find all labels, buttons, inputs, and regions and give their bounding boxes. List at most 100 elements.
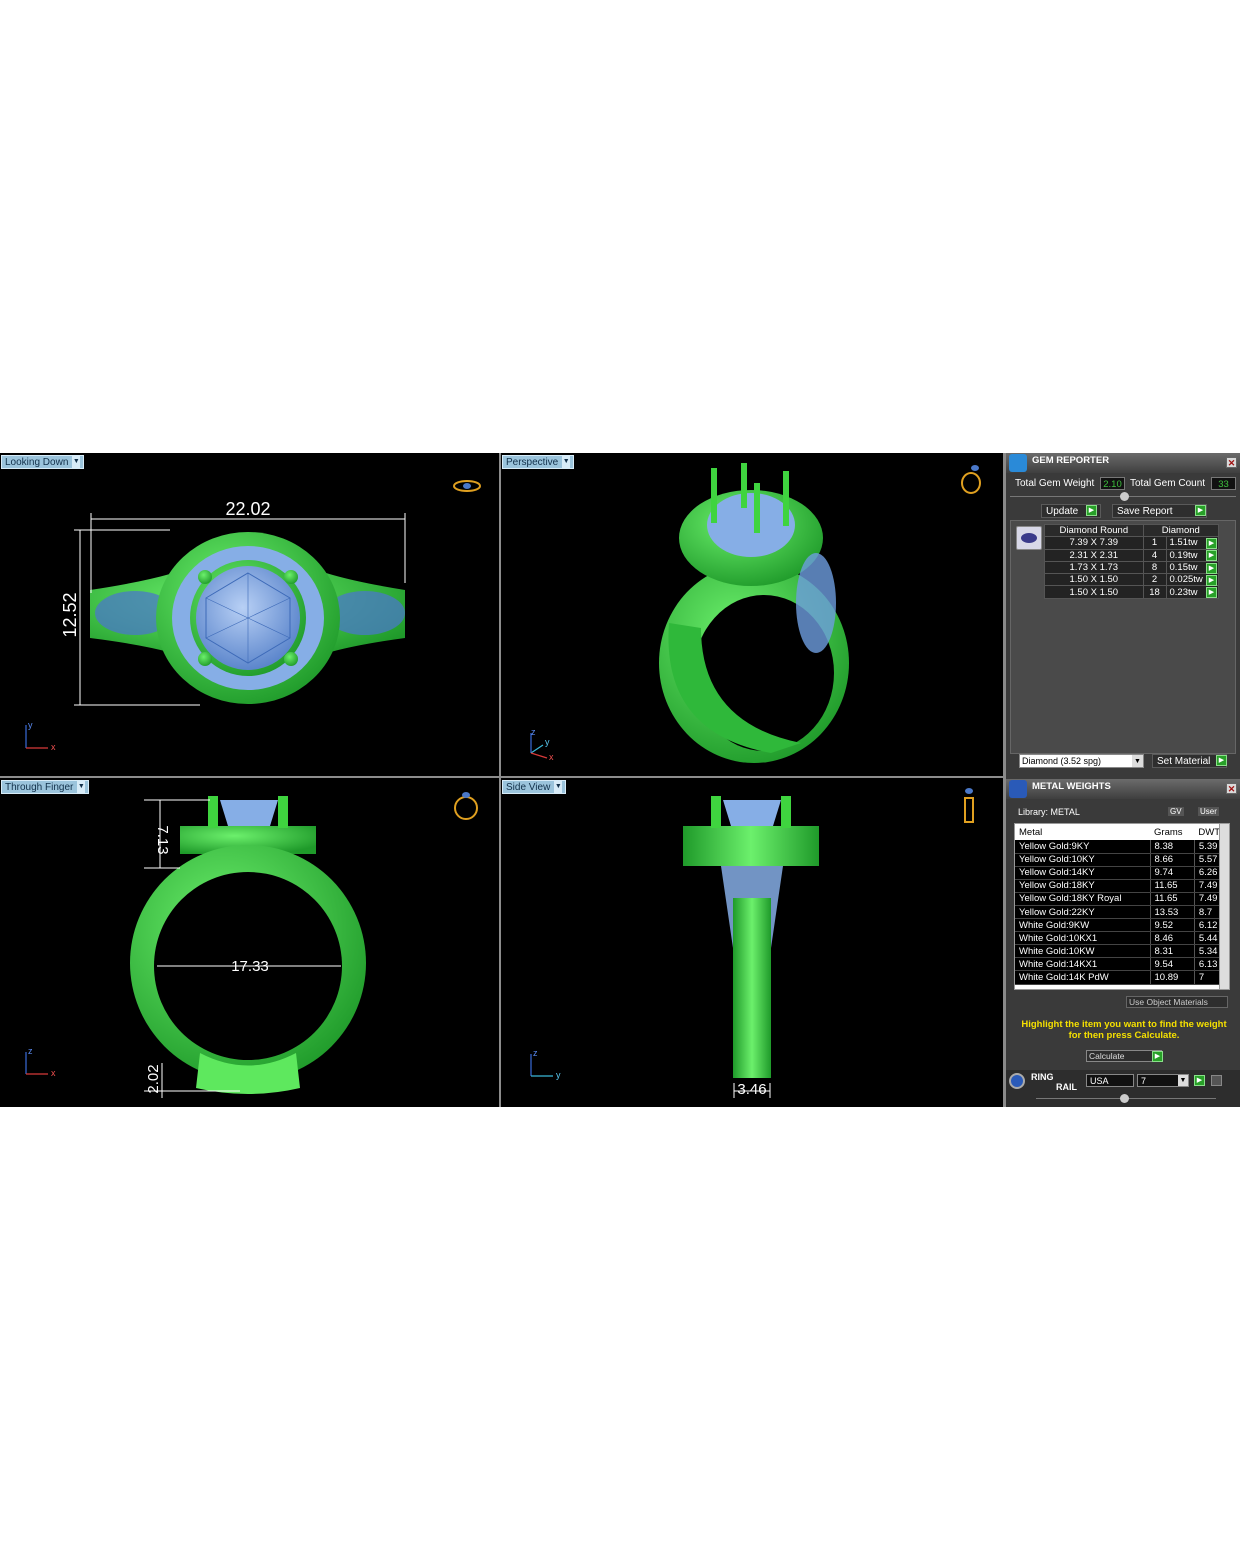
viewport-splitter-vertical[interactable] [499,453,501,1107]
svg-text:x: x [51,742,56,752]
axis-indicator: z x [25,1046,56,1078]
ring-perspective-view: z y x [530,463,981,763]
svg-text:z: z [531,727,536,737]
settings-icon[interactable] [1211,1075,1222,1086]
metal-row[interactable]: Yellow Gold:14KY 9.74 6.26 [1015,866,1229,880]
svg-text:y: y [545,737,550,747]
play-icon[interactable]: ▶ [1206,575,1217,586]
svg-text:x: x [549,752,554,762]
gem-row[interactable]: 7.39 X 7.39 1 1.51tw [1044,536,1219,550]
dim-width: 3.46 [737,1081,766,1098]
play-icon[interactable]: ▶ [1206,550,1217,561]
rail-slider-handle[interactable] [1120,1094,1129,1103]
col-metal: Metal [1015,824,1151,840]
view-ring-icon[interactable] [453,480,481,492]
svg-text:x: x [51,1068,56,1078]
dim-height: 12.52 [60,592,80,637]
total-gem-weight-label: Total Gem Weight [1015,478,1095,489]
ring-front-view: 7.13 17.33 2.02 z x [25,792,478,1098]
metal-row[interactable]: Yellow Gold:18KY Royal 11.65 7.49 [1015,892,1229,906]
metal-weights-title: METAL WEIGHTS [1032,781,1111,792]
play-icon[interactable]: ▶ [1206,587,1217,598]
play-icon: ▶ [1086,505,1097,516]
gem-col-material: Diamond [1142,523,1220,538]
svg-text:y: y [556,1070,561,1080]
close-icon[interactable]: ✕ [1226,783,1237,794]
gem-col-shape: Diamond Round [1044,523,1144,538]
viewport-label: Looking Down [5,456,69,468]
gem-reporter-header: GEM REPORTER ✕ [1006,453,1240,473]
chevron-down-icon[interactable]: ▼ [72,456,81,468]
view-ring-icon[interactable] [454,792,478,820]
viewport-through-finger[interactable]: 7.13 17.33 2.02 z x Through Finger ▼ [0,778,499,1107]
play-icon[interactable]: ▶ [1206,538,1217,549]
metal-list[interactable]: Metal Grams DWT Yellow Gold:9KY 8.38 5.39 Ye… [1014,823,1230,990]
axis-indicator: z y [530,1048,561,1080]
metal-row[interactable]: Yellow Gold:22KY 13.53 8.7 [1015,905,1229,920]
total-gem-count-label: Total Gem Count [1130,478,1206,489]
chevron-down-icon[interactable]: ▼ [562,456,571,468]
view-ring-icon[interactable] [961,465,981,494]
save-report-label: Save Report [1117,506,1173,517]
rhino-workspace: 22.02 12.52 y x Looking Down ▼ z y x Per… [0,453,1240,1107]
metal-row[interactable]: White Gold:14KX1 9.54 6.13 [1015,957,1229,972]
metal-row[interactable]: White Gold:10KW 8.31 5.34 [1015,944,1229,959]
use-object-materials-toggle[interactable]: Use Object Materials [1126,996,1228,1008]
set-material-label: Set Material [1157,756,1211,767]
play-icon[interactable]: ▶ [1206,563,1217,574]
side-panel: GEM REPORTER ✕ Total Gem Weight 2.10 Tot… [1003,453,1240,1107]
viewport-tab-side-view[interactable]: Side View ▼ [502,780,567,794]
viewport-label: Perspective [506,456,559,468]
collapse-handle-icon[interactable] [1120,492,1129,501]
metal-row[interactable]: Yellow Gold:9KY 8.38 5.39 [1015,840,1229,854]
metal-list-scrollbar[interactable] [1219,824,1229,989]
material-select[interactable]: Diamond (3.52 spg) ▼ [1019,754,1144,768]
viewport-tab-through-finger[interactable]: Through Finger ▼ [1,780,90,794]
axis-indicator: y x [25,720,56,752]
metal-row[interactable]: Yellow Gold:10KY 8.66 5.57 [1015,853,1229,867]
view-ring-icon[interactable] [964,788,974,823]
viewport-side-view[interactable]: 3.46 z y Side View ▼ [501,778,1003,1107]
viewport-label: Side View [506,781,551,793]
chevron-down-icon[interactable]: ▼ [1132,755,1143,767]
close-icon[interactable]: ✕ [1226,457,1237,468]
gem-row[interactable]: 1.73 X 1.73 8 0.15tw [1044,560,1219,575]
metal-row[interactable]: White Gold:14K PdW 10.89 7 [1015,970,1229,985]
gv-label: GV [1170,807,1182,816]
viewport-tab-perspective[interactable]: Perspective ▼ [502,455,575,469]
ring-side-view: 3.46 z y [530,788,974,1098]
user-toggle[interactable]: User [1198,807,1219,816]
viewport-tab-looking-down[interactable]: Looking Down ▼ [1,455,85,469]
ring-top-view: 22.02 12.52 y x [25,480,481,752]
gem-row[interactable]: 1.50 X 1.50 2 0.025tw [1044,573,1219,587]
material-select-value: Diamond (3.52 spg) [1022,756,1102,766]
chevron-down-icon[interactable]: ▼ [554,781,563,793]
chevron-down-icon[interactable]: ▼ [77,781,86,793]
play-icon[interactable]: ▶ [1194,1075,1205,1086]
viewport-perspective[interactable]: z y x Perspective ▼ [501,453,1003,776]
metal-row[interactable]: White Gold:10KX1 8.46 5.44 [1015,931,1229,946]
ring-region-value: USA [1090,1076,1109,1086]
chevron-down-icon[interactable]: ▼ [1178,1075,1188,1086]
gem-row[interactable]: 2.31 X 2.31 4 0.19tw [1044,548,1219,562]
gem-row[interactable]: 1.50 X 1.50 18 0.23tw [1044,585,1219,599]
metal-weights-icon [1009,780,1027,798]
total-gem-count-value: 33 [1211,477,1236,490]
dim-top: 7.13 [154,825,171,854]
viewport-looking-down[interactable]: 22.02 12.52 y x Looking Down ▼ [0,453,499,776]
dim-inner: 17.33 [231,958,269,975]
save-report-button[interactable]: Save Report [1112,504,1207,518]
col-grams: Grams [1150,824,1195,840]
metal-row[interactable]: White Gold:9KW 9.52 6.12 [1015,918,1229,933]
viewport-splitter-horizontal[interactable] [0,776,1003,778]
use-object-label: Use Object Materials [1129,997,1208,1007]
gv-toggle[interactable]: GV [1168,807,1184,816]
calculate-button[interactable]: Calculate [1086,1050,1162,1062]
ring-size-region-field[interactable]: USA [1086,1074,1134,1087]
metal-row[interactable]: Yellow Gold:18KY 11.65 7.49 [1015,879,1229,893]
calculate-label: Calculate [1089,1051,1125,1061]
ring-size-select[interactable]: 7 ▼ [1137,1074,1189,1087]
gem-reporter-title: GEM REPORTER [1032,455,1110,466]
play-icon: ▶ [1195,505,1206,516]
update-label: Update [1046,506,1079,517]
